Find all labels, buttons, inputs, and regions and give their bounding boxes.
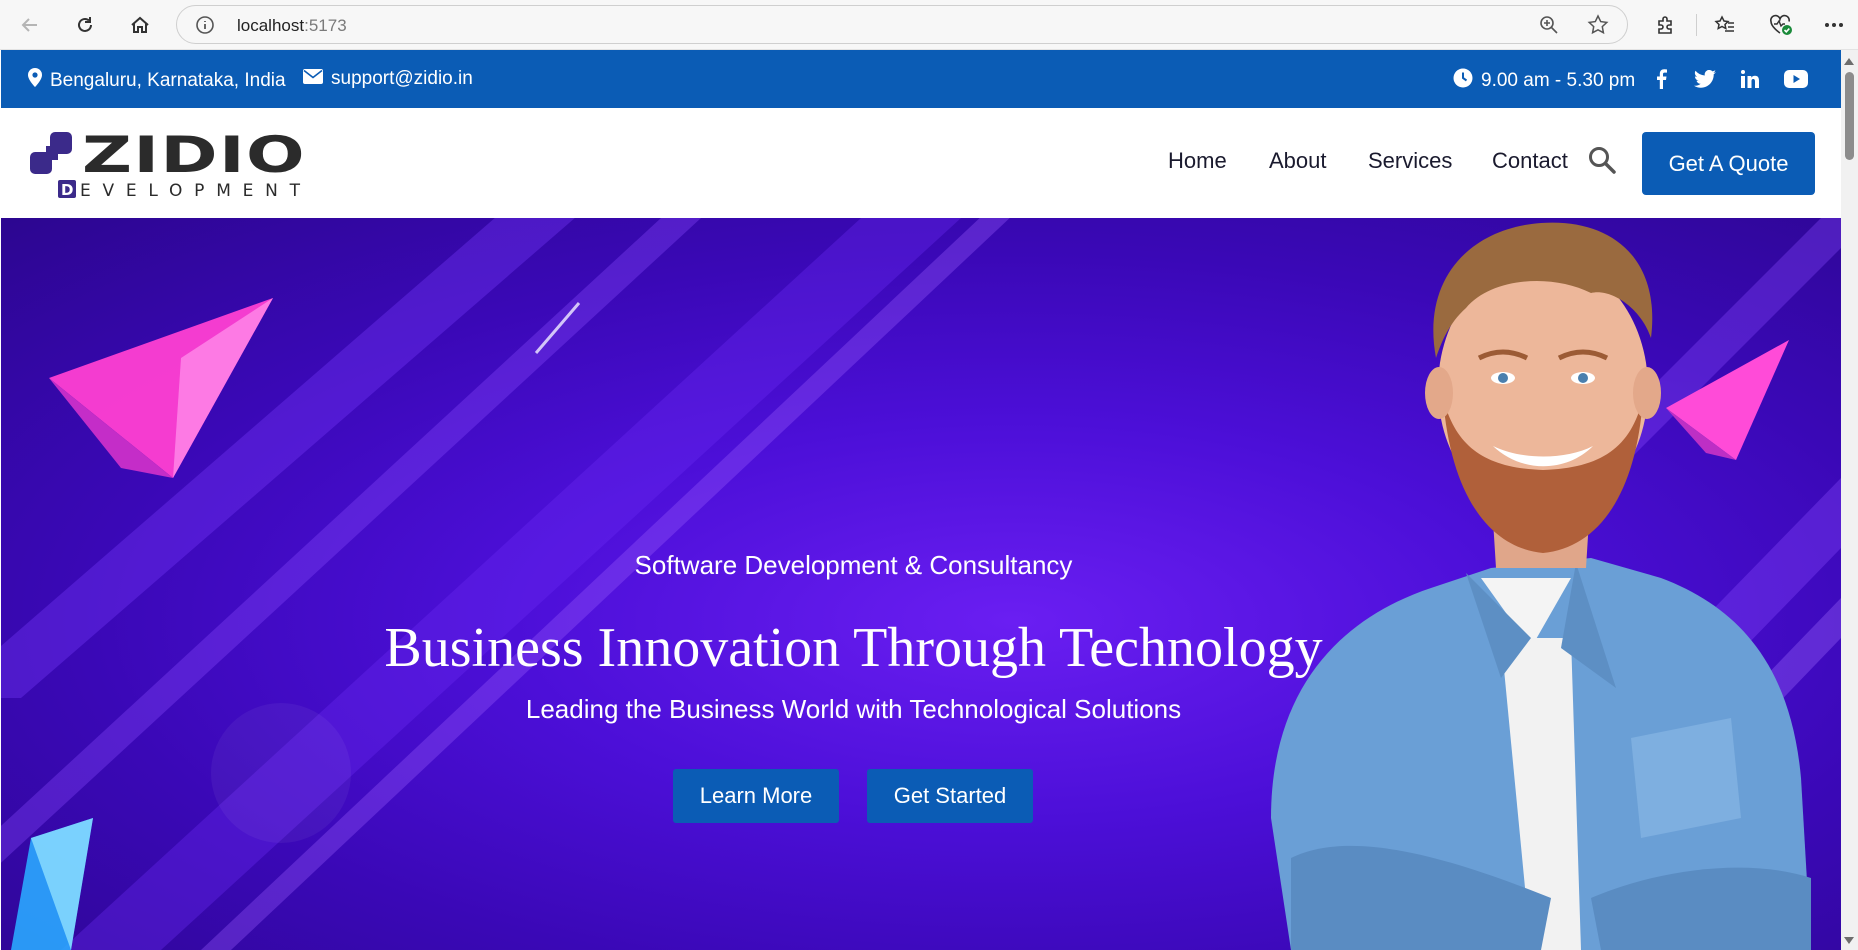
map-pin-icon	[28, 68, 42, 93]
reload-icon[interactable]	[69, 9, 101, 41]
address-bar[interactable]: localhost:5173	[176, 5, 1628, 44]
hero-subtitle: Software Development & Consultancy	[634, 550, 1073, 580]
url-host: localhost	[237, 16, 305, 35]
scroll-down-arrow[interactable]	[1844, 937, 1854, 944]
hero-section: Software Development & Consultancy Busin…	[1, 218, 1841, 950]
extensions-icon[interactable]	[1649, 9, 1681, 41]
nav-about[interactable]: About	[1269, 148, 1327, 174]
browser-toolbar: localhost:5173	[0, 0, 1858, 50]
location-info: Bengaluru, Karnataka, India	[28, 68, 286, 93]
toolbar-divider	[1696, 14, 1697, 36]
linkedin-icon[interactable]	[1738, 68, 1762, 90]
logo-wordmark: ZIDIO	[82, 126, 306, 184]
search-icon[interactable]	[1588, 146, 1618, 176]
site-info-icon[interactable]	[195, 15, 215, 40]
email-info[interactable]: support@zidio.in	[303, 68, 473, 90]
hours-text: 9.00 am - 5.30 pm	[1481, 70, 1636, 91]
main-navbar: ZIDIO D EVELOPMENT Home About Services C…	[1, 108, 1841, 218]
clock-icon	[1453, 68, 1473, 94]
url-text[interactable]: localhost:5173	[237, 16, 347, 36]
twitter-icon[interactable]	[1693, 68, 1717, 90]
web-page: Bengaluru, Karnataka, India support@zidi…	[1, 50, 1841, 950]
nav-contact[interactable]: Contact	[1492, 148, 1568, 174]
zidio-logo[interactable]: ZIDIO D EVELOPMENT	[28, 126, 318, 206]
hero-title: Business Innovation Through Technology	[384, 617, 1323, 679]
top-info-bar: Bengaluru, Karnataka, India support@zidi…	[1, 50, 1841, 108]
url-port: :5173	[304, 16, 347, 35]
location-text: Bengaluru, Karnataka, India	[50, 69, 286, 91]
hero-person-image	[1271, 222, 1811, 950]
logo-subtitle: EVELOPMENT	[80, 181, 306, 201]
get-quote-button[interactable]: Get A Quote	[1642, 132, 1815, 195]
logo-d-letter: D	[61, 181, 73, 199]
favorite-star-icon[interactable]	[1587, 14, 1609, 41]
learn-more-button[interactable]: Learn More	[673, 769, 839, 823]
email-text[interactable]: support@zidio.in	[331, 68, 473, 90]
scroll-up-arrow[interactable]	[1844, 58, 1854, 65]
youtube-icon[interactable]	[1782, 68, 1810, 90]
hours-info: 9.00 am - 5.30 pm	[1453, 68, 1635, 94]
nav-services[interactable]: Services	[1368, 148, 1452, 174]
home-icon[interactable]	[124, 9, 156, 41]
zoom-icon[interactable]	[1539, 15, 1559, 40]
favorites-icon[interactable]	[1709, 9, 1741, 41]
facebook-icon[interactable]	[1649, 68, 1673, 90]
nav-home[interactable]: Home	[1168, 148, 1227, 174]
hero-tagline: Leading the Business World with Technolo…	[525, 694, 1182, 724]
page-scrollbar[interactable]	[1841, 50, 1858, 950]
scrollbar-thumb[interactable]	[1845, 72, 1854, 160]
browser-essentials-icon[interactable]	[1765, 9, 1797, 41]
envelope-icon	[303, 68, 323, 90]
get-started-button[interactable]: Get Started	[867, 769, 1033, 823]
back-icon[interactable]	[14, 9, 46, 41]
more-menu-icon[interactable]	[1818, 9, 1850, 41]
